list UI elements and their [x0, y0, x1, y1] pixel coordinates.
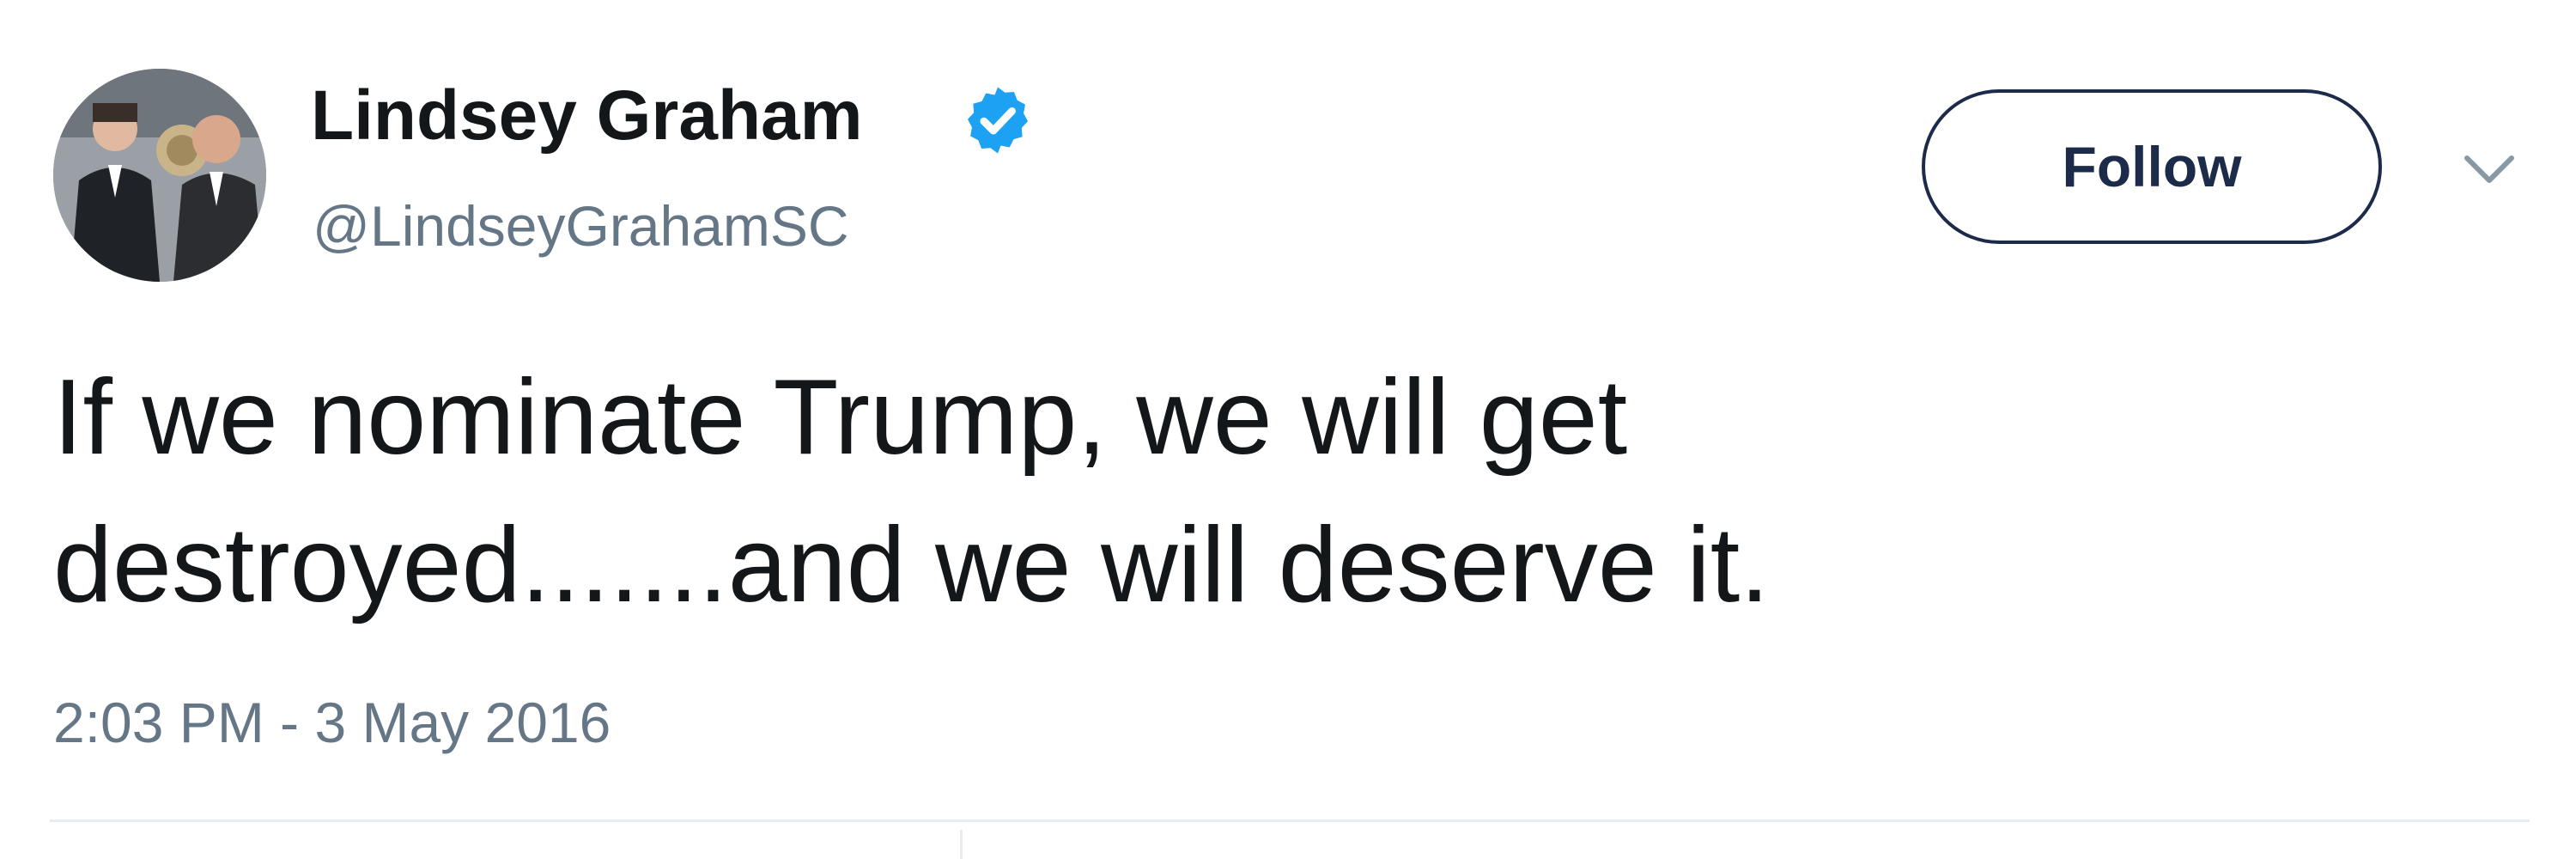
avatar-photo — [53, 69, 266, 282]
divider — [50, 819, 2530, 822]
tweet-text: If we nominate Trump, we will get destro… — [53, 344, 2500, 639]
tweet-timestamp[interactable]: 2:03 PM - 3 May 2016 — [53, 694, 611, 751]
author-handle[interactable]: @LindseyGrahamSC — [313, 198, 849, 254]
avatar[interactable] — [53, 69, 266, 282]
tweet-card: Lindsey Graham @LindseyGrahamSC Follow I… — [0, 0, 2576, 859]
tweet-text-line: destroyed.......and we will deserve it. — [53, 506, 1770, 624]
stats-separator — [960, 830, 963, 859]
author-name[interactable]: Lindsey Graham — [311, 81, 863, 151]
verified-badge-icon — [960, 82, 1036, 158]
tweet-text-line: If we nominate Trump, we will get — [53, 358, 1628, 477]
follow-button[interactable]: Follow — [1922, 89, 2382, 244]
chevron-down-icon[interactable] — [2463, 153, 2516, 187]
